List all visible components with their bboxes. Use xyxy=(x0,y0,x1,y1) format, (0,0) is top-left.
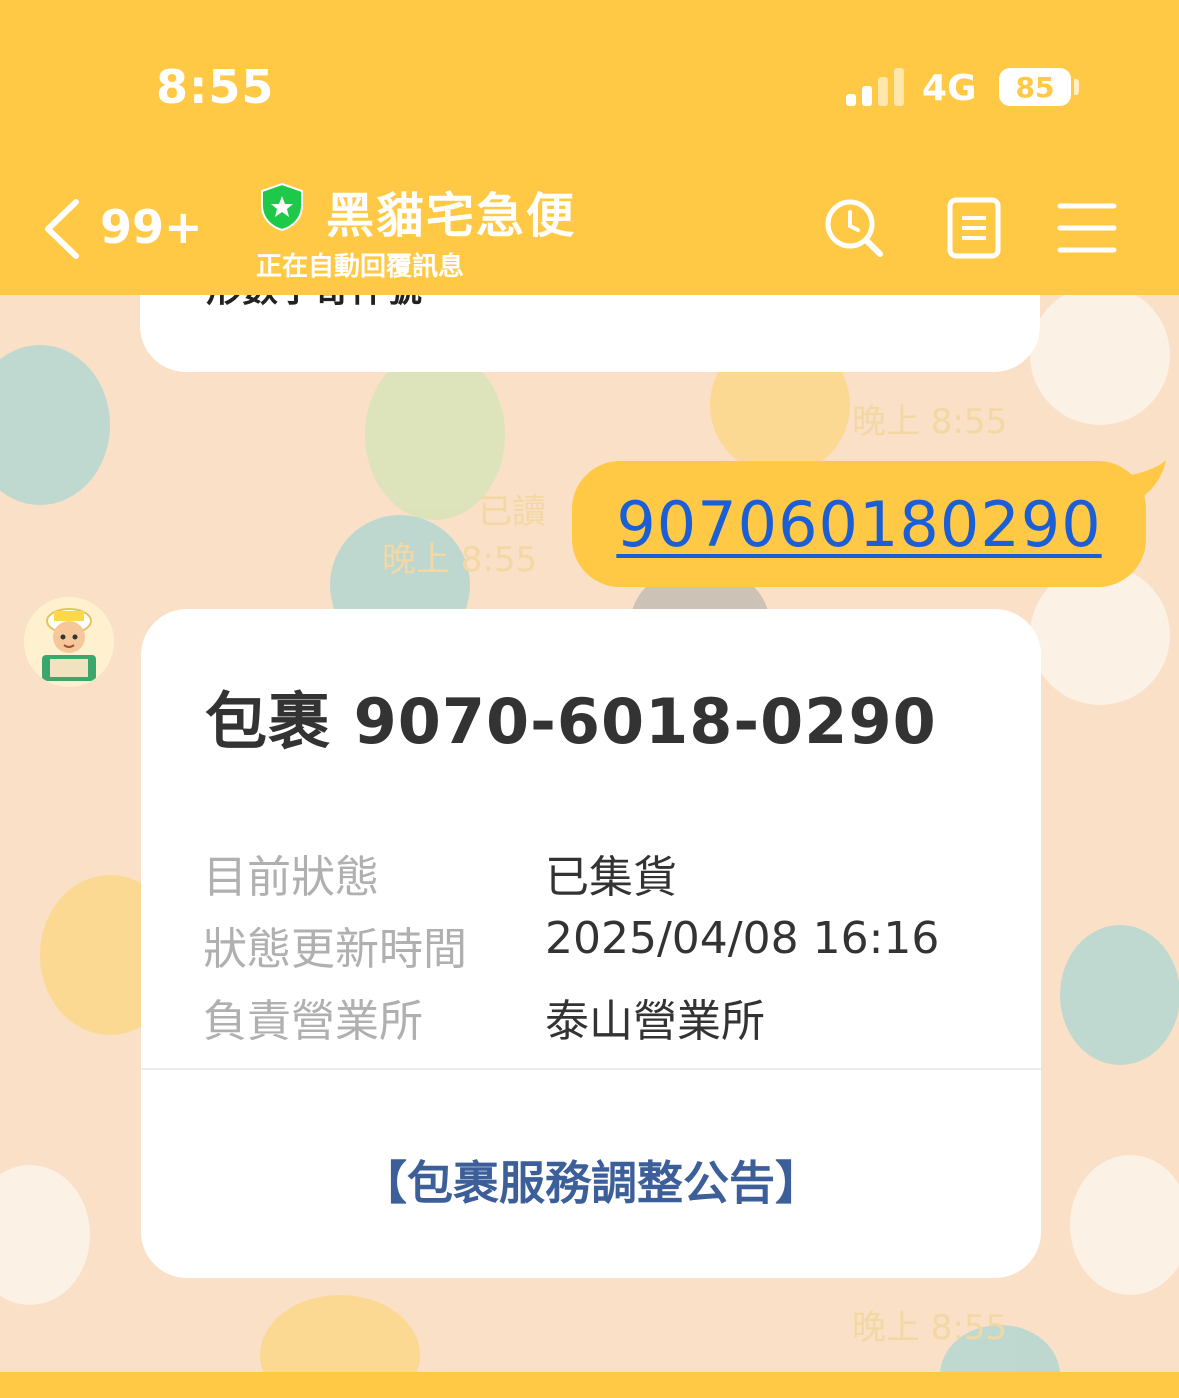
read-receipt: 已讀 xyxy=(478,492,546,532)
update-time-value: 2025/04/08 16:16 xyxy=(545,913,940,964)
tracking-card: 包裹 9070-6018-0290 目前狀態 已集貨 狀態更新時間 2025/0… xyxy=(141,609,1041,1278)
message-time: 晚上 8:55 xyxy=(852,402,1008,442)
chat-title[interactable]: 黑貓宅急便 xyxy=(326,176,576,246)
menu-icon[interactable] xyxy=(1056,196,1120,260)
notes-icon[interactable] xyxy=(942,196,1006,260)
bot-avatar[interactable] xyxy=(24,597,114,687)
card-message-time: 晚上 8:55 xyxy=(852,1308,1008,1348)
signal-icon xyxy=(846,68,904,106)
service-notice-link[interactable]: 【包裹服務調整公告】 xyxy=(141,1147,1041,1213)
office-value: 泰山營業所 xyxy=(545,996,765,1047)
office-label: 負責營業所 xyxy=(203,996,423,1047)
input-bar-edge xyxy=(0,1372,1179,1398)
network-type: 4G xyxy=(922,68,977,109)
battery-indicator: 85 xyxy=(999,68,1071,106)
chat-subtitle: 正在自動回覆訊息 xyxy=(256,252,465,282)
search-icon[interactable] xyxy=(822,196,886,260)
sent-message-bubble[interactable]: 9070601802​90 xyxy=(572,461,1146,587)
sent-message-time: 晚上 8:55 xyxy=(382,540,538,580)
card-divider xyxy=(141,1068,1041,1070)
back-unread-count[interactable]: 99+ xyxy=(100,200,203,254)
shield-star-icon xyxy=(261,182,303,232)
update-time-label: 狀態更新時間 xyxy=(203,924,467,975)
chevron-left-icon[interactable] xyxy=(40,198,86,260)
battery-tip xyxy=(1074,79,1079,95)
status-time: 8:55 xyxy=(156,60,275,114)
status-value: 已集貨 xyxy=(545,852,677,903)
status-label: 目前狀態 xyxy=(203,852,379,903)
package-title: 包裹 9070-6018-0290 xyxy=(205,685,937,758)
tracking-number-link[interactable]: 9070601802​90 xyxy=(616,488,1101,561)
app-header: 8:55 4G 85 99+ 黑貓宅急便 正在自動回覆訊息 xyxy=(0,0,1179,295)
